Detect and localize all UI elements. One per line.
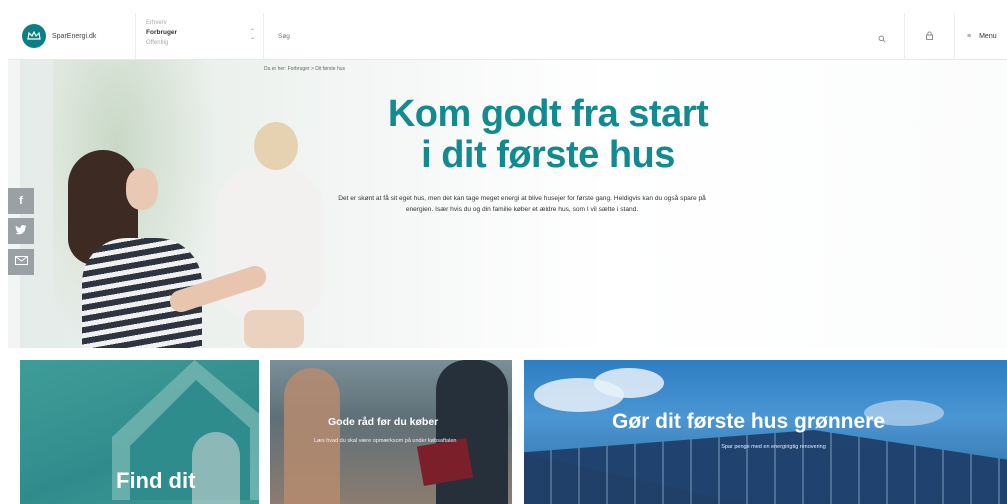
card-title: Gode råd før du køber (328, 416, 439, 428)
facebook-icon: f (19, 195, 23, 207)
card-greener-house[interactable]: Gør dit første hus grønnere Spar penge m… (524, 360, 1007, 504)
card-subtitle: Læs hvad du skal være opmærksom på under… (314, 438, 457, 444)
card-title: Gør dit første hus grønnere (612, 410, 886, 433)
card-photo-man (436, 360, 508, 504)
page-title: Kom godt fra start i dit første hus (308, 94, 788, 176)
card-advice-before-buying[interactable]: Gode råd før du køber Læs hvad du skal v… (270, 360, 512, 504)
search-icon[interactable] (878, 30, 886, 48)
audience-option-forbruger[interactable]: Forbruger (146, 28, 263, 38)
page-title-line-1: Kom godt fra start (387, 93, 709, 135)
logo[interactable]: SparEnergi.dk (8, 13, 136, 59)
search-input[interactable] (278, 32, 778, 40)
chevron-up-down-icon[interactable]: ⌃ ⌄ (250, 29, 255, 41)
logo-text: SparEnergi.dk (52, 32, 97, 40)
crown-icon (22, 24, 46, 48)
email-icon (14, 256, 28, 268)
cloud (594, 368, 664, 398)
card-subtitle: Spar penge med en energirigtig renoverin… (721, 444, 826, 450)
hero-photo-child-legs (244, 310, 304, 348)
menu-button[interactable]: ≡ Menu (955, 13, 1007, 59)
hamburger-icon: ≡ (967, 32, 972, 40)
page-title-line-2: i dit første hus (421, 134, 675, 176)
hero-intro-text: Det er skønt at få sit eget hus, men det… (338, 195, 706, 213)
card-find-house[interactable]: Find dit (20, 360, 259, 504)
breadcrumb[interactable]: Du er her: Forbruger > Dit første hus (264, 66, 345, 72)
lock-icon (926, 27, 933, 45)
card-photo-woman (284, 368, 340, 504)
audience-option-erhverv[interactable]: Erhverv (146, 18, 263, 28)
site-header: SparEnergi.dk Erhverv Forbruger Offentli… (8, 13, 1007, 60)
share-twitter-button[interactable] (8, 218, 34, 244)
audience-selector[interactable]: Erhverv Forbruger Offentlig ⌃ ⌄ (136, 13, 264, 59)
share-email-button[interactable] (8, 249, 34, 275)
card-title: Find dit (116, 468, 196, 493)
twitter-icon (15, 224, 27, 238)
hero-photo-woman-face (126, 168, 158, 210)
share-facebook-button[interactable]: f (8, 188, 34, 214)
hero-section: Du er her: Forbruger > Dit første hus Ko… (8, 60, 1007, 348)
hero-photo-child-head (254, 122, 298, 170)
house-door (192, 432, 240, 504)
card-photo-folder (416, 437, 474, 487)
audience-option-offentlig[interactable]: Offentlig (146, 38, 263, 48)
solar-panels (524, 430, 1007, 504)
search-bar (264, 13, 905, 59)
menu-label: Menu (979, 32, 997, 40)
login-button[interactable] (905, 13, 955, 59)
